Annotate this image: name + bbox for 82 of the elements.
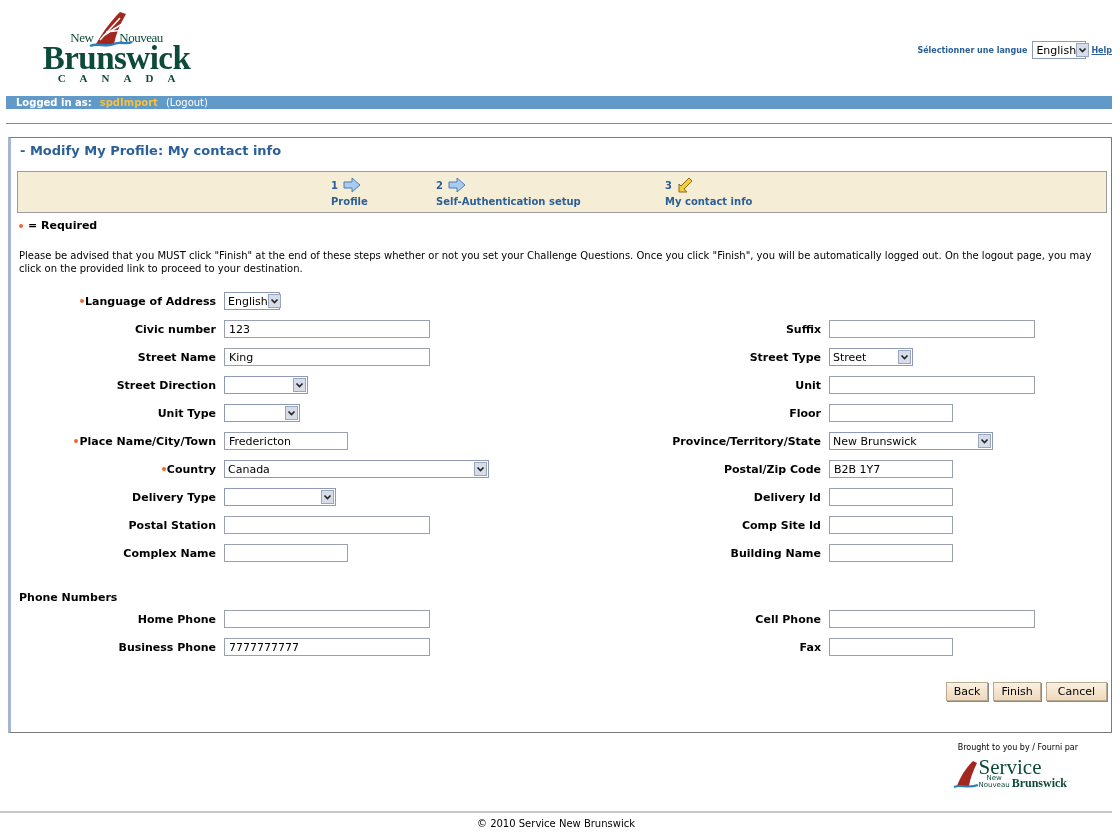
dropdown[interactable]: New Brunswick (829, 432, 993, 450)
step-number: 1 (331, 179, 338, 191)
field-label: Postal Station (128, 518, 216, 532)
field-label: Street Name (137, 350, 216, 364)
field-label: Fax (799, 640, 821, 654)
caret-icon (293, 378, 306, 392)
logo-text: Nouveau (119, 32, 163, 44)
caret-icon (285, 406, 298, 420)
caret-icon (1076, 43, 1090, 57)
field-label: Unit (795, 378, 821, 392)
field-label: Suffix (785, 322, 821, 336)
text-field[interactable]: 123 (224, 320, 430, 338)
field-label: Comp Site Id (742, 518, 821, 532)
field-label: Delivery Type (132, 490, 216, 504)
field-label: Street Direction (116, 378, 216, 392)
form-button[interactable]: Back (945, 682, 989, 701)
caret-icon (321, 490, 334, 504)
field-label: Home Phone (137, 612, 216, 626)
field-label: Building Name (730, 546, 821, 560)
step-label: Self-Authentication setup (436, 196, 582, 207)
language-select[interactable]: English (1032, 41, 1087, 59)
dropdown[interactable]: Street (829, 348, 913, 366)
section-heading: Phone Numbers (19, 591, 119, 604)
field-label: Place Name/City/Town (79, 434, 216, 448)
step-label: My contact info (665, 196, 753, 207)
field-label: Postal/Zip Code (723, 462, 821, 476)
text-field[interactable] (829, 320, 1035, 338)
field-label: Province/Territory/State (672, 434, 821, 448)
text-field[interactable] (829, 610, 1035, 628)
form-button[interactable]: Finish (993, 682, 1041, 701)
text-field[interactable] (224, 610, 430, 628)
copyright-text: © 2010 Service New Brunswick (475, 818, 636, 829)
text-field[interactable]: 7777777777 (224, 638, 430, 656)
field-label: Floor (789, 406, 821, 420)
dropdown[interactable]: English (224, 292, 280, 310)
text-field[interactable] (829, 516, 953, 534)
logged-in-label: Logged in as: (16, 97, 92, 108)
caret-icon (978, 434, 991, 448)
logo-text: Service (978, 758, 1042, 777)
field-label: Country (166, 462, 216, 476)
logo-text: Brunswick (42, 44, 191, 72)
caret-icon (474, 462, 487, 476)
step-number: 2 (436, 179, 443, 191)
text-field[interactable]: Fredericton (224, 432, 348, 450)
text-field[interactable] (829, 544, 953, 562)
notice-text: Please be advised that you MUST click "Finish" at the end of these steps whether or not you set your Challenge Questions. Once you click "Finish", you will be automatically logged out. On the logout page, you may click on the provided link to proceed to your destination. (19, 249, 1093, 275)
field-label: Cell Phone (755, 612, 821, 626)
field-label: Language of Address (85, 294, 216, 308)
dropdown[interactable] (224, 404, 300, 422)
logo-text: New (70, 32, 94, 44)
text-field[interactable] (224, 544, 348, 562)
dropdown[interactable] (224, 376, 308, 394)
credit-text: Brought to you by / Fourni par (957, 743, 1078, 752)
dropdown[interactable] (224, 488, 336, 506)
text-field[interactable] (829, 404, 953, 422)
form-button[interactable]: Cancel (1045, 682, 1107, 701)
step-label: Profile (331, 196, 369, 207)
caret-icon (267, 294, 281, 308)
logo-text: Brunswick (1011, 777, 1067, 789)
ship-icon (952, 759, 979, 789)
step-number: 3 (665, 179, 672, 191)
field-label: Street Type (749, 350, 821, 364)
required-legend: = Required (28, 219, 98, 232)
field-label: Unit Type (157, 406, 216, 420)
required-dot (19, 223, 23, 228)
page-title: - Modify My Profile: My contact info (20, 143, 283, 158)
text-field[interactable]: King (224, 348, 430, 366)
field-label: Complex Name (123, 546, 216, 560)
text-field[interactable]: B2B 1Y7 (829, 460, 953, 478)
logo-text: CANADA (57, 72, 190, 84)
dropdown[interactable]: Canada (224, 460, 489, 478)
username: spdImport (99, 97, 158, 108)
help-link[interactable]: Help (1091, 45, 1112, 55)
field-label: Business Phone (118, 640, 216, 654)
text-field[interactable] (829, 488, 953, 506)
text-field[interactable] (224, 516, 430, 534)
language-label: Sélectionner une langue (917, 45, 1028, 55)
field-label: Civic number (134, 322, 216, 336)
caret-icon (898, 350, 911, 364)
text-field[interactable] (829, 376, 1035, 394)
field-label: Delivery Id (753, 490, 821, 504)
text-field[interactable] (829, 638, 953, 656)
